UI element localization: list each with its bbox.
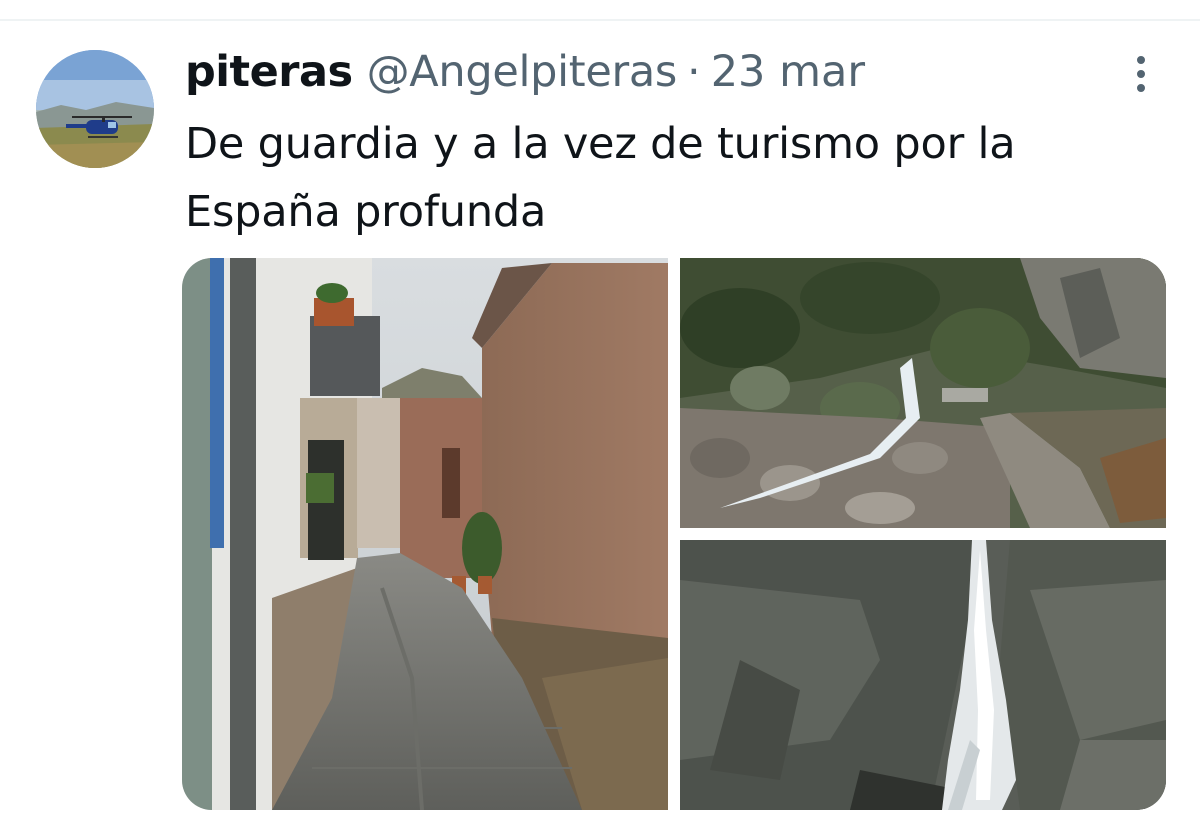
media-grid: [182, 258, 1166, 810]
header-separator: ·: [687, 46, 701, 97]
tweet-date[interactable]: 23 mar: [711, 50, 865, 94]
photo-waterfall[interactable]: [680, 540, 1166, 810]
tweet[interactable]: piteras @Angelpiteras · 23 mar De guardi…: [0, 0, 1200, 840]
photo-village-street[interactable]: [182, 258, 668, 810]
display-name[interactable]: piteras: [185, 50, 353, 94]
photo-mountain-stream[interactable]: [680, 258, 1166, 528]
avatar[interactable]: [36, 50, 154, 168]
user-handle[interactable]: @Angelpiteras: [367, 50, 678, 94]
tweet-text: De guardia y a la vez de turismo por la …: [185, 119, 1016, 237]
tweet-header: piteras @Angelpiteras · 23 mar: [185, 40, 865, 104]
more-vertical-icon[interactable]: [1126, 52, 1156, 96]
